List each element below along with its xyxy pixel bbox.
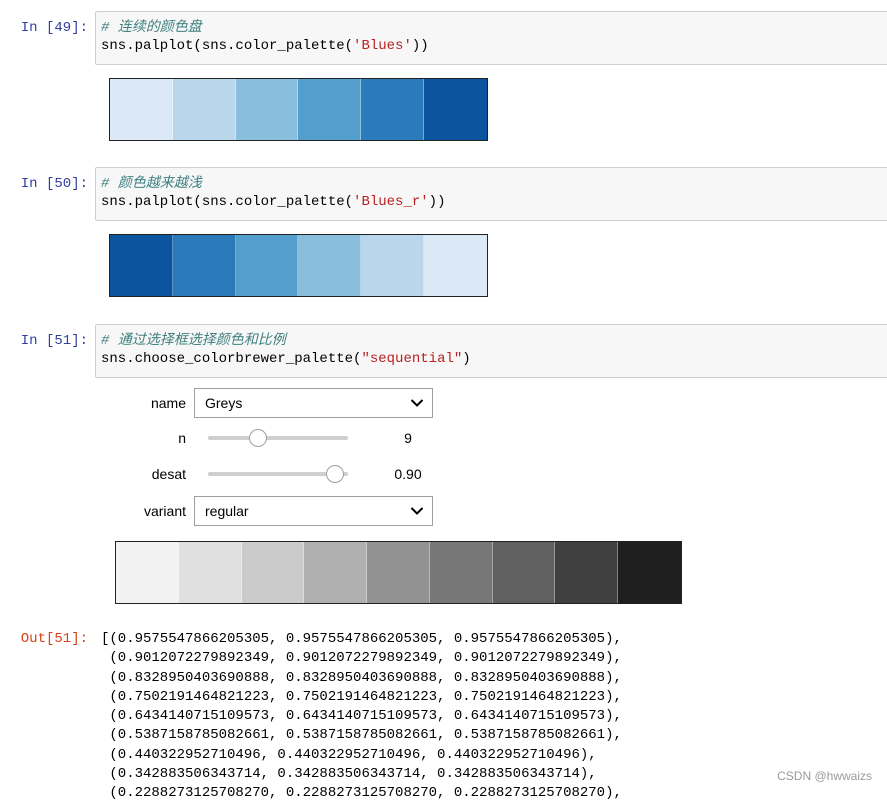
cell-49-code-prefix: sns.palplot(sns.color_palette(: [101, 38, 354, 54]
cell-49-comment: # 连续的颜色盘: [101, 20, 202, 36]
palette-swatch: [116, 542, 179, 603]
palette-swatch: [361, 79, 425, 140]
blues-palette: [109, 78, 488, 141]
variant-label: variant: [143, 503, 186, 519]
output-line: (0.7502191464821223, 0.7502191464821223,…: [101, 688, 622, 705]
palette-swatch: [172, 235, 236, 296]
watermark: CSDN @hwwaizs: [777, 769, 872, 783]
n-value: 9: [404, 430, 412, 446]
chevron-down-icon: [410, 507, 424, 515]
cell-49-code-suffix: )): [411, 38, 429, 54]
output-line: (0.342883506343714, 0.342883506343714, 0…: [101, 766, 597, 783]
cell-50-prompt: In [50]:: [20, 176, 88, 192]
output-line: (0.6434140715109573, 0.6434140715109573,…: [101, 708, 622, 725]
cell-50-code-prefix: sns.palplot(sns.color_palette(: [101, 194, 354, 210]
palette-swatch: [361, 235, 425, 296]
palette-swatch: [492, 542, 556, 603]
palette-swatch: [298, 79, 362, 140]
desat-slider-handle[interactable]: [326, 465, 344, 483]
output-line: (0.8328950403690888, 0.8328950403690888,…: [101, 669, 622, 686]
name-dropdown-value: Greys: [205, 395, 243, 411]
greys-palette: [115, 541, 682, 604]
n-slider[interactable]: [208, 428, 348, 448]
palette-swatch: [555, 542, 619, 603]
variant-dropdown[interactable]: regular: [194, 496, 433, 526]
palette-swatch: [367, 542, 430, 603]
cell-49-input[interactable]: # 连续的颜色盘 sns.palplot(sns.color_palette('…: [95, 11, 887, 65]
palette-swatch: [304, 542, 368, 603]
cell-49-prompt: In [49]:: [20, 20, 88, 36]
output-line: [(0.9575547866205305, 0.9575547866205305…: [101, 631, 622, 647]
cell-51-input[interactable]: # 通过选择框选择颜色和比例 sns.choose_colorbrewer_pa…: [95, 324, 887, 378]
cell-51-prompt: In [51]:: [20, 333, 88, 349]
cell-50-comment: # 颜色越来越浅: [101, 176, 202, 192]
cell-50-input[interactable]: # 颜色越来越浅 sns.palplot(sns.color_palette('…: [95, 167, 887, 221]
cell-51-code-prefix: sns.choose_colorbrewer_palette(: [101, 351, 362, 367]
variant-widget: variant regular: [100, 496, 433, 526]
palette-swatch: [429, 542, 493, 603]
palette-swatch: [235, 235, 299, 296]
cell-50-code-suffix: )): [428, 194, 446, 210]
cell-50-code-string: 'Blues_r': [353, 194, 429, 210]
output-line: (0.5387158785082661, 0.5387158785082661,…: [101, 727, 622, 744]
palette-swatch: [618, 542, 681, 603]
cell-51-code-suffix: ): [462, 351, 471, 367]
name-widget: name Greys: [100, 388, 433, 418]
desat-widget: desat 0.90: [100, 459, 428, 489]
cell-51-code-string: "sequential": [361, 351, 463, 367]
output-line: (0.2288273125708270, 0.2288273125708270,…: [101, 785, 622, 802]
palette-swatch: [178, 542, 242, 603]
palette-swatch: [110, 235, 173, 296]
palette-swatch: [298, 235, 362, 296]
n-slider-track: [208, 436, 348, 440]
variant-dropdown-value: regular: [205, 503, 249, 519]
n-widget: n 9: [100, 423, 428, 453]
palette-swatch: [172, 79, 236, 140]
n-label: n: [178, 430, 186, 446]
palette-swatch: [241, 542, 305, 603]
chevron-down-icon: [410, 399, 424, 407]
desat-slider[interactable]: [208, 464, 348, 484]
cell-49-code-string: 'Blues': [353, 38, 412, 54]
palette-swatch: [424, 235, 487, 296]
desat-value: 0.90: [394, 466, 422, 482]
palette-swatch: [110, 79, 173, 140]
n-slider-handle[interactable]: [249, 429, 267, 447]
palette-swatch: [424, 79, 487, 140]
name-dropdown[interactable]: Greys: [194, 388, 433, 418]
blues-r-palette: [109, 234, 488, 297]
palette-swatch: [235, 79, 299, 140]
output-line: (0.9012072279892349, 0.9012072279892349,…: [101, 650, 622, 667]
output-prompt: Out[51]:: [20, 631, 88, 647]
output-line: (0.440322952710496, 0.440322952710496, 0…: [101, 746, 597, 763]
desat-label: desat: [151, 466, 186, 482]
output-text: [(0.9575547866205305, 0.9575547866205305…: [101, 630, 622, 804]
cell-51-comment: # 通过选择框选择颜色和比例: [101, 333, 286, 349]
name-label: name: [150, 395, 186, 411]
